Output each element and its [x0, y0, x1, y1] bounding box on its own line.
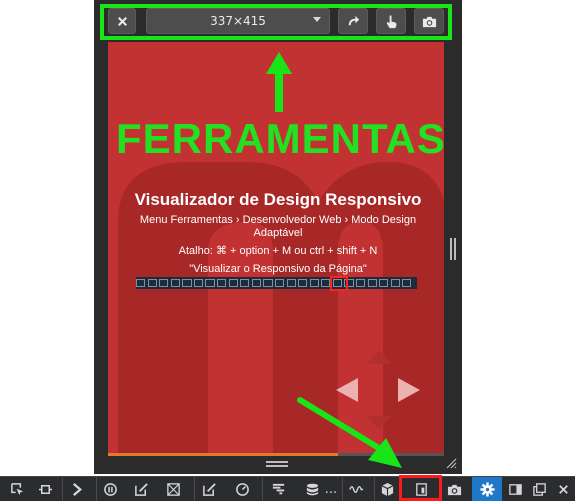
mini-toolbar-icon: [402, 279, 412, 287]
responsive-frame-icon: [38, 485, 52, 494]
mini-toolbar-icon: [286, 279, 296, 287]
console-icon: [73, 483, 83, 496]
style-editor-icon: [134, 483, 148, 496]
mini-toolbar-icon: [228, 279, 238, 287]
debugger-button[interactable]: [96, 477, 124, 501]
dock-side-icon: [508, 484, 522, 495]
screenshot-button[interactable]: [442, 477, 466, 501]
close-icon: [558, 485, 568, 494]
mini-toolbar-icon: [367, 279, 377, 287]
audio-button[interactable]: [342, 477, 370, 501]
devtools-toolbar: ...: [0, 476, 575, 501]
resize-grip-icon[interactable]: [445, 457, 457, 469]
mini-toolbar-icon: [182, 279, 192, 287]
mini-toolbar-icon: [379, 279, 389, 287]
undock-button[interactable]: [529, 477, 549, 501]
mini-toolbar-icon: [170, 279, 180, 287]
menu-path-continued: Adaptável: [253, 227, 303, 239]
mini-toolbar-icon: [263, 279, 273, 287]
grid-button[interactable]: [158, 477, 188, 501]
mini-toolbar-icon: [390, 279, 400, 287]
screenshot-icon: [447, 484, 461, 496]
responsive-frame-button[interactable]: [32, 477, 58, 501]
inspector-button[interactable]: [4, 477, 30, 501]
style-editor-button[interactable]: [128, 477, 154, 501]
mini-toolbar-icon: [159, 279, 169, 287]
mini-toolbar-icon: [193, 279, 204, 287]
quote-text: "Visualizar o Responsivo da Página": [189, 263, 367, 275]
mini-toolbar-icon: [251, 279, 261, 287]
3d-view-button[interactable]: [374, 477, 400, 501]
dock-side-button[interactable]: [505, 477, 525, 501]
3d-view-icon: [381, 482, 394, 497]
audio-icon: [349, 485, 364, 494]
mini-toolbar-icon: [355, 279, 366, 287]
mini-devtools-toolbar: [136, 277, 417, 289]
storage-icon: [306, 483, 318, 496]
green-arrow-up-icon: [266, 52, 292, 112]
grid-icon: [166, 483, 180, 496]
toolbar-highlight-box: [100, 4, 452, 40]
mini-toolbar-icon: [205, 279, 215, 287]
mini-toolbar-icon: [240, 279, 250, 287]
settings-button[interactable]: [472, 477, 502, 501]
mini-toolbar-icon: [274, 279, 285, 287]
network-icon: [272, 483, 285, 495]
scratchpad-button[interactable]: [194, 477, 224, 501]
close-devtools-button[interactable]: [553, 477, 573, 501]
page-info: Visualizador de Design Responsivo Menu F…: [128, 190, 428, 276]
mini-toolbar-icon: [136, 279, 146, 287]
undock-icon: [532, 483, 546, 496]
scratchpad-icon: [203, 483, 216, 496]
menu-path: Menu Ferramentas › Desenvolvedor Web › M…: [139, 214, 417, 226]
vertical-resize-handle[interactable]: [450, 238, 456, 260]
green-arrow-down-right-icon: [297, 397, 402, 468]
arrow-up-icon: [367, 350, 391, 364]
mini-toolbar-icon: [147, 279, 157, 287]
gear-icon: [479, 482, 495, 497]
more-icon: ...: [324, 482, 338, 497]
debugger-icon: [104, 483, 117, 496]
network-button[interactable]: [262, 477, 294, 501]
performance-button[interactable]: [228, 477, 256, 501]
mini-toolbar-icon: [309, 279, 319, 287]
mini-responsive-highlight: [330, 276, 348, 291]
mini-toolbar-icon: [217, 279, 227, 287]
more-tools-button[interactable]: ...: [322, 477, 340, 501]
page-title: Visualizador de Design Responsivo: [134, 190, 422, 209]
inspector-icon: [10, 483, 23, 496]
mini-toolbar-icon: [298, 279, 308, 287]
shortcut-text: Atalho: ⌘ + option + M ou ctrl + shift +…: [178, 245, 378, 257]
performance-icon: [235, 483, 249, 496]
horizontal-resize-handle[interactable]: [266, 461, 288, 468]
console-button[interactable]: [62, 477, 92, 501]
annotation-heading: FERRAMENTAS: [116, 115, 446, 162]
responsive-button-highlight: [399, 475, 442, 501]
